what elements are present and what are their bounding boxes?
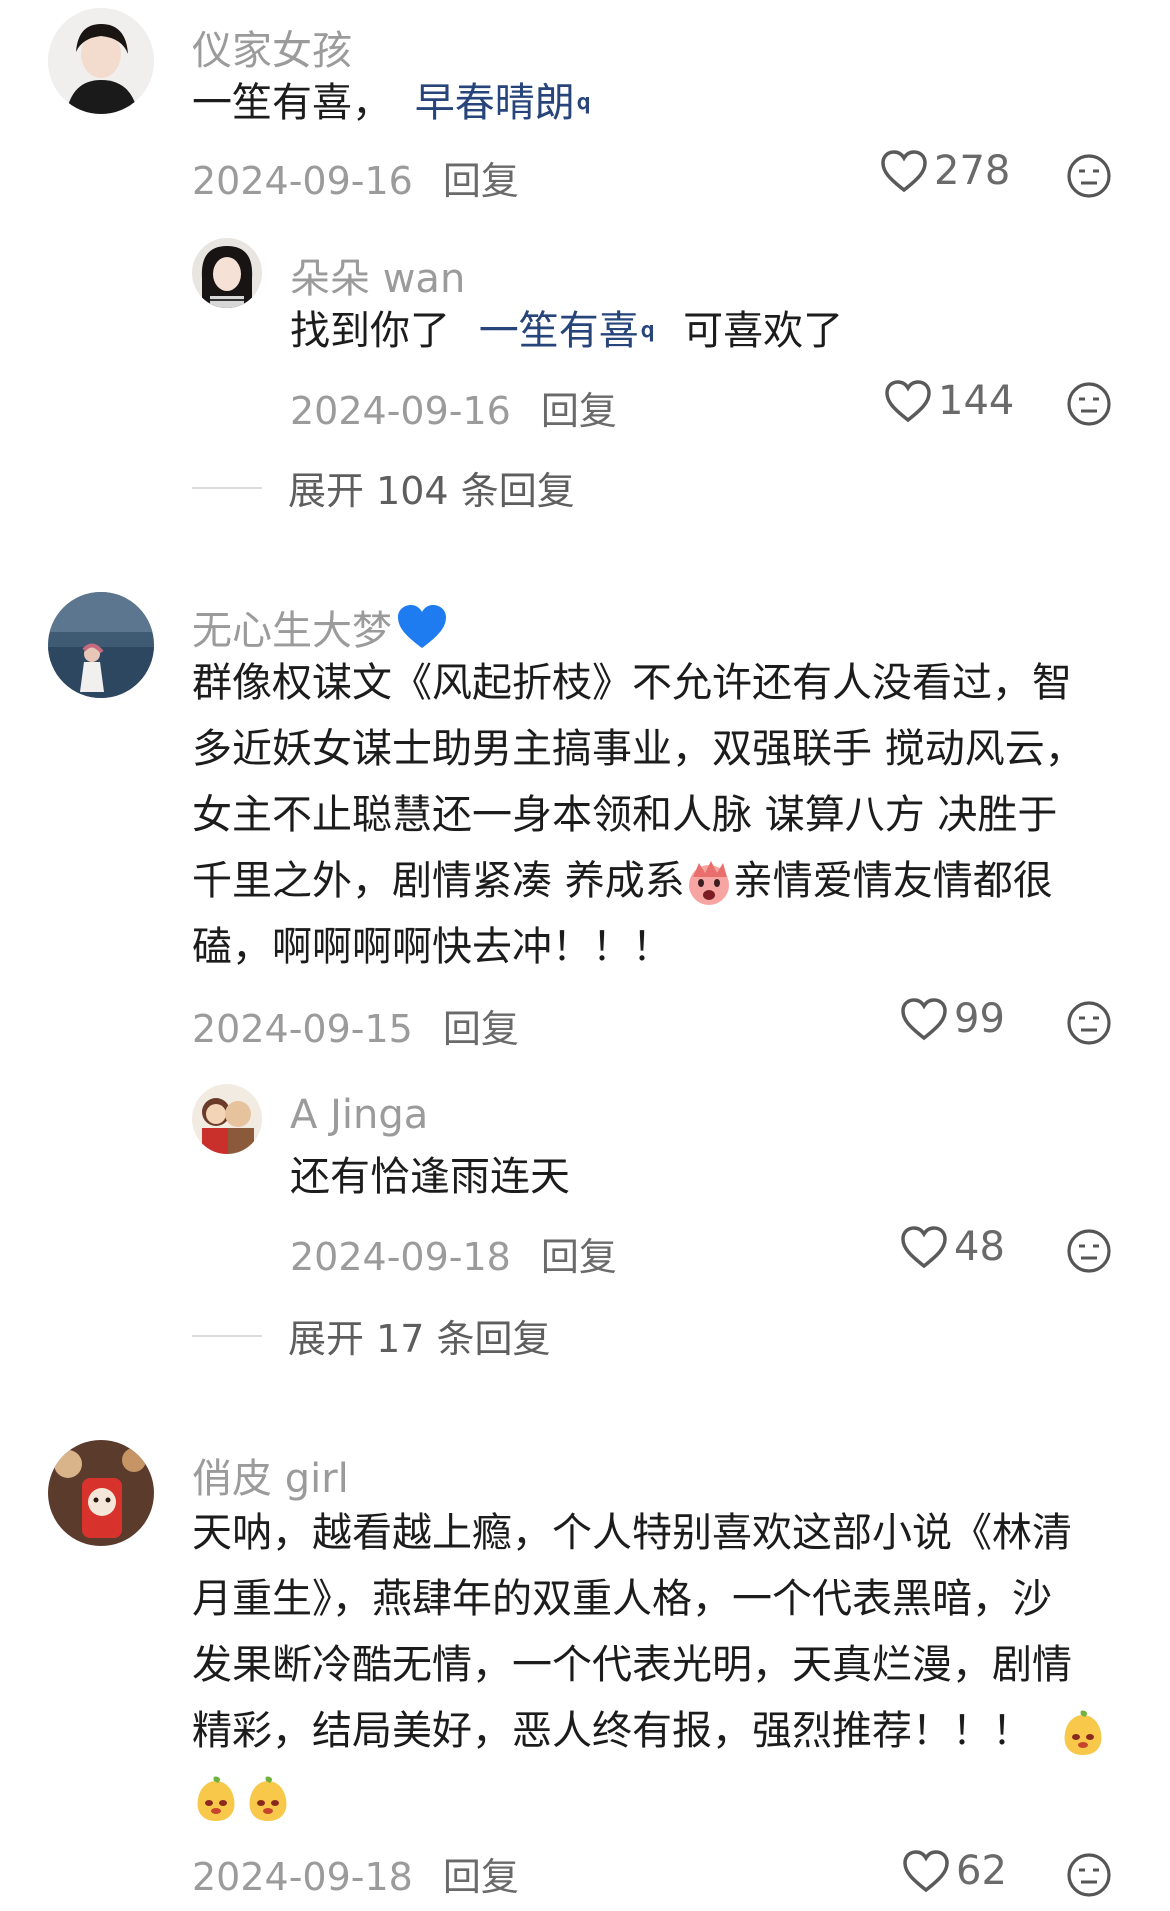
like-button[interactable]: 99: [900, 996, 1005, 1042]
mango-face-emoji-icon: [249, 1776, 287, 1821]
reply-text: 找到你了 一笙有喜𝐪 可喜欢了: [290, 308, 844, 354]
search-link[interactable]: 早春晴朗: [415, 80, 575, 126]
reply-button[interactable]: 回复: [443, 1007, 519, 1051]
shocked-face-emoji-icon: [688, 861, 729, 905]
avatar[interactable]: [48, 592, 154, 698]
comment-text: 一笙有喜， 早春晴朗𝐪: [192, 80, 591, 126]
heart-outline-icon: [881, 150, 927, 193]
avatar[interactable]: [48, 8, 154, 114]
like-button[interactable]: 62: [902, 1848, 1007, 1894]
avatar[interactable]: [192, 238, 262, 308]
like-button[interactable]: 144: [884, 378, 1014, 424]
divider: [192, 1334, 262, 1337]
comment-username[interactable]: 俏皮 girl: [192, 1446, 349, 1504]
comment-meta: 2024-09-15 回复: [192, 1007, 519, 1051]
mango-face-emoji-icon: [197, 1776, 235, 1821]
expand-replies-button[interactable]: 展开 17 条回复: [192, 1308, 551, 1363]
blue-heart-emoji-icon: [398, 605, 446, 648]
mango-face-emoji-icon: [1064, 1710, 1102, 1755]
divider: [192, 486, 262, 489]
reply-button[interactable]: 回复: [443, 1855, 519, 1899]
search-link[interactable]: 一笙有喜: [479, 308, 639, 354]
like-button[interactable]: 48: [900, 1224, 1005, 1270]
like-count: 48: [954, 1224, 1005, 1270]
search-icon: 𝐪: [640, 318, 655, 343]
avatar[interactable]: [192, 1084, 262, 1154]
expand-replies-button[interactable]: 展开 104 条回复: [192, 460, 575, 515]
search-icon: 𝐪: [576, 90, 591, 115]
comment-meta: 2024-09-18 回复: [192, 1855, 519, 1899]
heart-outline-icon: [885, 380, 931, 423]
avatar[interactable]: [48, 1440, 154, 1546]
like-button[interactable]: 278: [880, 148, 1010, 194]
comment-meta: 2024-09-16 回复: [192, 159, 519, 203]
reply-meta: 2024-09-18 回复: [290, 1235, 617, 1279]
like-count: 278: [934, 148, 1011, 194]
heart-outline-icon: [901, 1226, 947, 1269]
dislike-icon[interactable]: [1066, 1000, 1112, 1046]
like-count: 62: [956, 1848, 1007, 1894]
dislike-icon[interactable]: [1066, 1852, 1112, 1898]
reply-username[interactable]: 朵朵 wan: [290, 246, 465, 304]
heart-outline-icon: [901, 998, 947, 1041]
reply-button[interactable]: 回复: [541, 1235, 617, 1279]
reply-meta: 2024-09-16 回复: [290, 389, 617, 433]
like-count: 99: [954, 996, 1005, 1042]
dislike-icon[interactable]: [1066, 1228, 1112, 1274]
reply-username[interactable]: A Jinga: [290, 1092, 428, 1138]
like-count: 144: [938, 378, 1015, 424]
reply-text: 还有恰逢雨连天: [290, 1154, 570, 1200]
reply-button[interactable]: 回复: [443, 159, 519, 203]
reply-button[interactable]: 回复: [541, 389, 617, 433]
dislike-icon[interactable]: [1066, 153, 1112, 199]
heart-outline-icon: [903, 1850, 949, 1893]
comment-username[interactable]: 仪家女孩: [192, 18, 352, 76]
dislike-icon[interactable]: [1066, 381, 1112, 427]
comment-username[interactable]: 无心生大梦: [192, 598, 448, 656]
